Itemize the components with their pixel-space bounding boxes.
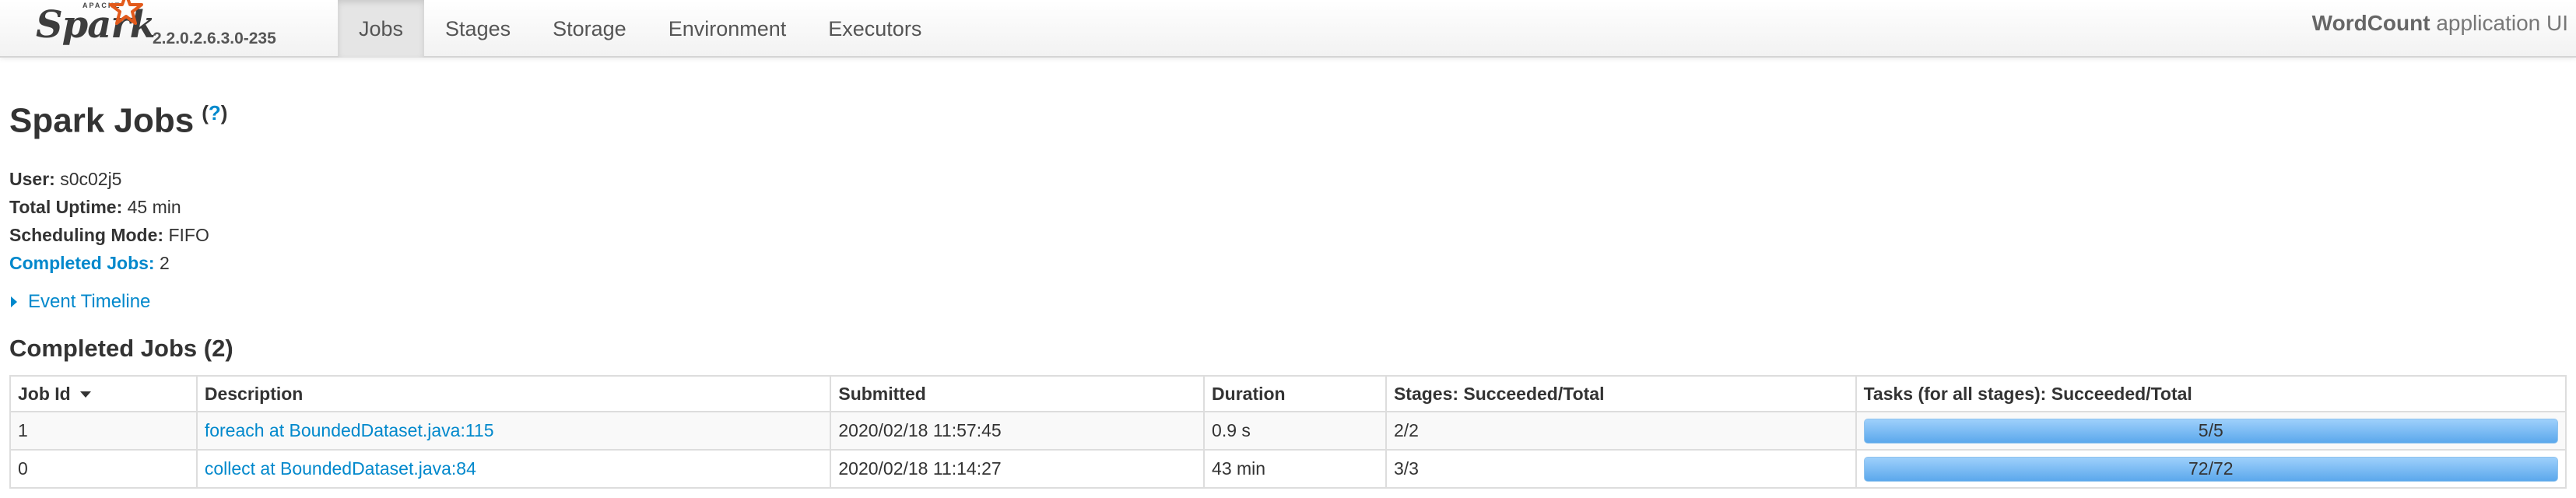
col-tasks[interactable]: Tasks (for all stages): Succeeded/Total	[1855, 375, 2567, 412]
tab-jobs[interactable]: Jobs	[338, 0, 425, 58]
col-submitted[interactable]: Submitted	[830, 375, 1206, 412]
tasks-cell: 5/5	[1855, 411, 2567, 451]
description-cell: foreach at BoundedDataset.java:115	[195, 411, 832, 451]
tasks-progress-text: 5/5	[2198, 420, 2223, 440]
app-name: WordCount	[2311, 11, 2430, 35]
app-suffix: application UI	[2430, 11, 2568, 35]
tab-storage[interactable]: Storage	[532, 0, 648, 58]
user-value: s0c02j5	[54, 169, 122, 189]
completed-jobs-value: 2	[154, 253, 170, 273]
uptime-label: Total Uptime:	[9, 197, 123, 217]
submitted-cell: 2020/02/18 11:14:27	[830, 449, 1206, 489]
tasks-progress-bar: 5/5	[1863, 418, 2558, 444]
event-timeline-label: Event Timeline	[28, 291, 151, 312]
table-row: 1 foreach at BoundedDataset.java:115 202…	[9, 411, 2567, 451]
tab-environment[interactable]: Environment	[648, 0, 808, 58]
completed-jobs-table: Job Id Description Submitted Duration St…	[9, 375, 2567, 489]
submitted-cell: 2020/02/18 11:57:45	[830, 411, 1206, 451]
completed-jobs-link[interactable]: Completed Jobs:	[9, 253, 155, 273]
duration-cell: 43 min	[1203, 449, 1387, 489]
tasks-progress-bar: 72/72	[1863, 456, 2558, 482]
tab-stages[interactable]: Stages	[424, 0, 532, 58]
tab-executors[interactable]: Executors	[807, 0, 942, 58]
tasks-cell: 72/72	[1855, 449, 2567, 489]
col-stages[interactable]: Stages: Succeeded/Total	[1385, 375, 1857, 412]
summary-scheduling: Scheduling Mode: FIFO	[9, 221, 209, 249]
summary-user: User: s0c02j5	[9, 165, 209, 193]
job-id-cell: 0	[9, 449, 198, 489]
col-job-id-label: Job Id	[18, 383, 71, 404]
job-description-link[interactable]: foreach at BoundedDataset.java:115	[205, 420, 494, 440]
scheduling-label: Scheduling Mode:	[9, 225, 164, 245]
spark-star-icon	[109, 0, 143, 25]
job-description-link[interactable]: collect at BoundedDataset.java:84	[205, 458, 476, 479]
sort-descending-icon	[79, 391, 91, 398]
summary-list: User: s0c02j5 Total Uptime: 45 min Sched…	[9, 165, 209, 277]
scheduling-value: FIFO	[163, 225, 209, 245]
stages-cell: 2/2	[1385, 411, 1857, 451]
col-job-id[interactable]: Job Id	[9, 375, 198, 412]
col-duration[interactable]: Duration	[1203, 375, 1387, 412]
tasks-progress-text: 72/72	[2188, 458, 2234, 479]
caret-right-icon	[11, 296, 17, 307]
page-title-text: Spark Jobs	[9, 101, 195, 140]
event-timeline-toggle[interactable]: Event Timeline	[11, 291, 150, 313]
nav-tabs: Jobs Stages Storage Environment Executor…	[338, 0, 942, 58]
completed-jobs-heading[interactable]: Completed Jobs (2)	[9, 335, 233, 363]
table-header-row: Job Id Description Submitted Duration St…	[9, 375, 2567, 412]
help-link[interactable]: ?	[209, 101, 221, 124]
spark-version: 2.2.0.2.6.3.0-235	[153, 30, 276, 47]
job-id-cell: 1	[9, 411, 198, 451]
summary-uptime: Total Uptime: 45 min	[9, 193, 209, 221]
user-label: User:	[9, 169, 55, 189]
duration-cell: 0.9 s	[1203, 411, 1387, 451]
navbar: APACHE Spark 2.2.0.2.6.3.0-235 Jobs Stag…	[0, 0, 2576, 58]
page-title: Spark Jobs (?)	[9, 101, 227, 141]
table-row: 0 collect at BoundedDataset.java:84 2020…	[9, 449, 2567, 489]
uptime-value: 45 min	[122, 197, 181, 217]
stages-cell: 3/3	[1385, 449, 1857, 489]
col-description[interactable]: Description	[195, 375, 832, 412]
summary-completed: Completed Jobs: 2	[9, 249, 209, 277]
description-cell: collect at BoundedDataset.java:84	[195, 449, 832, 489]
help-tooltip[interactable]: (?)	[202, 101, 227, 124]
app-title: WordCount application UI	[2312, 11, 2568, 36]
